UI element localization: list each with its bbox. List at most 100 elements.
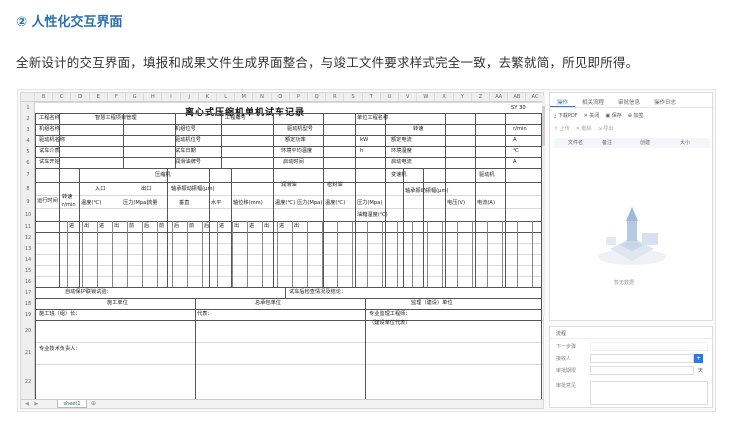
- oil-temp-col[interactable]: 温度(℃): [275, 200, 295, 207]
- seal-press-col[interactable]: 压力(Mpa): [357, 200, 382, 207]
- project-name-value[interactable]: 智慧工程项目管理: [95, 115, 137, 122]
- row-header[interactable]: 15: [21, 268, 35, 274]
- in-out-label[interactable]: 出: [264, 223, 269, 230]
- row-header[interactable]: 14: [21, 257, 35, 263]
- axial-col[interactable]: 轴位移(mm): [233, 200, 263, 207]
- column-header[interactable]: B: [35, 93, 54, 101]
- in-out-label[interactable]: 出: [114, 223, 119, 230]
- tab-approval-info[interactable]: 审批信息: [611, 96, 647, 107]
- temperature-col[interactable]: 温度(℃): [81, 200, 101, 207]
- speed-col[interactable]: 转速: [62, 194, 72, 201]
- row-header[interactable]: 5: [21, 149, 35, 155]
- column-header[interactable]: T: [363, 93, 381, 101]
- speed-label[interactable]: 转速: [413, 126, 423, 133]
- tab-operation-log[interactable]: 操作日志: [647, 96, 683, 107]
- ampere-unit[interactable]: A: [513, 137, 517, 144]
- voltage-col[interactable]: 电压(V): [447, 200, 465, 207]
- column-header[interactable]: AA: [490, 93, 509, 101]
- ampere-unit-2[interactable]: A: [513, 159, 517, 166]
- inlet-col[interactable]: 入口: [95, 186, 105, 193]
- in-out-label[interactable]: 后: [204, 223, 209, 230]
- column-header[interactable]: O: [272, 93, 290, 101]
- rated-power-label[interactable]: 额定功率: [285, 137, 306, 144]
- tab-nav-arrows[interactable]: ◀ ▶: [25, 400, 40, 408]
- supervising-engineer-label[interactable]: 专业监理工程师：: [369, 311, 411, 318]
- row-header[interactable]: 19: [21, 312, 35, 318]
- column-header[interactable]: AB: [508, 93, 527, 101]
- date-label[interactable]: 试车日期: [175, 148, 196, 155]
- column-header[interactable]: Q: [308, 93, 327, 101]
- team-leader-label[interactable]: 施工班（组）长：: [39, 311, 81, 318]
- column-header[interactable]: L: [217, 93, 236, 101]
- in-out-label[interactable]: 进: [69, 223, 74, 230]
- compressor-header[interactable]: 压缩机: [155, 172, 171, 179]
- pressure-col[interactable]: 压力(Mpa): [123, 200, 148, 207]
- kw-unit[interactable]: kW: [360, 137, 368, 144]
- column-header[interactable]: F: [108, 93, 127, 101]
- in-out-label[interactable]: 后: [174, 223, 179, 230]
- add-sheet-icon[interactable]: ⊕: [91, 400, 96, 408]
- unit-model-label[interactable]: 机组位号: [175, 126, 196, 133]
- assignee-input[interactable]: [590, 354, 694, 363]
- oil-press-col[interactable]: 压力(Mpa): [297, 200, 322, 207]
- export-button[interactable]: ⇲ 导出: [598, 125, 614, 132]
- in-out-label[interactable]: 进: [279, 223, 284, 230]
- in-out-label[interactable]: 出: [294, 223, 299, 230]
- deadline-input[interactable]: [590, 366, 694, 375]
- column-header[interactable]: G: [126, 93, 145, 101]
- rated-current-label[interactable]: 额定电流: [391, 137, 412, 144]
- row-header[interactable]: 8: [21, 186, 35, 192]
- in-out-label[interactable]: 后: [144, 223, 149, 230]
- row-header[interactable]: 4: [21, 138, 35, 144]
- row-header[interactable]: 22: [21, 379, 35, 385]
- self-check-label[interactable]: 自动保护联锁试验：: [65, 289, 112, 296]
- vertical-scrollbar[interactable]: [542, 96, 545, 316]
- row-header[interactable]: 3: [21, 127, 35, 133]
- current-col[interactable]: 电流(A): [477, 200, 495, 207]
- gear-vib-col[interactable]: 轴承振动振幅(μm): [405, 188, 449, 195]
- in-out-label[interactable]: 出: [84, 223, 89, 230]
- start-label[interactable]: 试车开始: [39, 159, 60, 166]
- hour-unit[interactable]: h: [360, 148, 363, 155]
- row-header[interactable]: 13: [21, 246, 35, 252]
- spreadsheet[interactable]: B C D E F G H I J K L M N O P Q R S T U V W X Y Z AA AB AC 12345678…: [20, 92, 544, 409]
- column-header[interactable]: P: [290, 93, 309, 101]
- row-header[interactable]: 10: [21, 212, 35, 218]
- gear-temp-col[interactable]: 油箱温度(℃): [357, 212, 388, 219]
- upload-button[interactable]: ⇪ 上传: [554, 125, 570, 132]
- in-out-label[interactable]: 前: [159, 223, 164, 230]
- column-header[interactable]: U: [381, 93, 400, 101]
- column-header[interactable]: Z: [472, 93, 491, 101]
- horizontal-col[interactable]: 水平: [211, 200, 221, 207]
- row-header[interactable]: 17: [21, 290, 35, 296]
- run-time-label[interactable]: 启动时间: [283, 159, 304, 166]
- unit-name-label[interactable]: 机组名称: [39, 126, 60, 133]
- vibration-col[interactable]: 轴承振动振幅(μm): [171, 186, 215, 193]
- row-header[interactable]: 21: [21, 350, 35, 356]
- supervisor-header[interactable]: 监理（建设）单位: [411, 300, 453, 307]
- temp-label[interactable]: 环境温度: [391, 148, 412, 155]
- start-current-label[interactable]: 启动电流: [391, 159, 412, 166]
- in-out-label[interactable]: 进: [219, 223, 224, 230]
- close-button[interactable]: ✕ 关闭: [584, 112, 600, 119]
- next-step-field[interactable]: [590, 342, 708, 351]
- unit-project-label[interactable]: 单位工程名称: [357, 115, 388, 122]
- column-header[interactable]: K: [199, 93, 218, 101]
- column-header[interactable]: Y: [454, 93, 472, 101]
- column-header[interactable]: J: [181, 93, 199, 101]
- builder-header[interactable]: 施工单位: [107, 300, 128, 307]
- drive-no-label[interactable]: 驱动机位号: [175, 137, 201, 144]
- in-out-label[interactable]: 出: [234, 223, 239, 230]
- add-sign-button[interactable]: ⊕ 加签: [628, 112, 644, 119]
- column-header[interactable]: C: [53, 93, 72, 101]
- seal-oil-header[interactable]: 密封油: [327, 182, 343, 189]
- column-header[interactable]: X: [435, 93, 454, 101]
- gearbox-header[interactable]: 变速机: [391, 172, 407, 179]
- project-name-label[interactable]: 工程名称: [39, 115, 60, 122]
- in-out-label[interactable]: 进: [99, 223, 104, 230]
- row-header[interactable]: 1: [21, 105, 35, 111]
- in-out-label[interactable]: 前: [129, 223, 134, 230]
- tech-lead-label[interactable]: 专业技术负责人：: [39, 346, 81, 353]
- outlet-col[interactable]: 出口: [141, 186, 151, 193]
- project-no-label[interactable]: 工程编号: [225, 115, 246, 122]
